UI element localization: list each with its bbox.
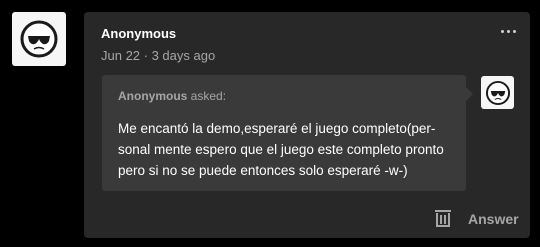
ask-bubble: Anonymous asked: Me encantó la demo,espe… xyxy=(102,75,473,191)
question-line: pero si no se puede entonces solo espera… xyxy=(118,163,408,178)
more-options-button[interactable] xyxy=(498,21,518,41)
post-timestamp: Jun 22 · 3 days ago xyxy=(101,48,216,63)
answer-button[interactable]: Answer xyxy=(468,211,519,227)
asker-avatar[interactable] xyxy=(481,76,514,109)
question-line: sonal mente espero que el juego este com… xyxy=(118,142,444,157)
post-author-name[interactable]: Anonymous xyxy=(101,26,176,41)
question-line: Me encantó la demo,esperaré el juego com… xyxy=(118,121,436,136)
ask-post-view: Anonymous Jun 22 · 3 days ago Anonymous … xyxy=(0,0,540,247)
author-avatar[interactable] xyxy=(12,12,66,66)
more-options-icon xyxy=(500,29,504,33)
more-options-icon-dot xyxy=(506,29,510,33)
trash-icon[interactable] xyxy=(432,207,454,229)
asker-name[interactable]: Anonymous xyxy=(118,89,187,103)
asked-line: Anonymous asked: xyxy=(118,89,226,103)
anonymous-sunglasses-face-icon xyxy=(485,80,510,105)
more-options-icon-dot xyxy=(512,29,516,33)
question-text: Me encantó la demo,esperaré el juego com… xyxy=(118,118,458,181)
asked-label: asked: xyxy=(187,89,227,103)
post-card: Anonymous Jun 22 · 3 days ago Anonymous … xyxy=(84,12,530,238)
anonymous-sunglasses-face-icon xyxy=(20,20,58,58)
